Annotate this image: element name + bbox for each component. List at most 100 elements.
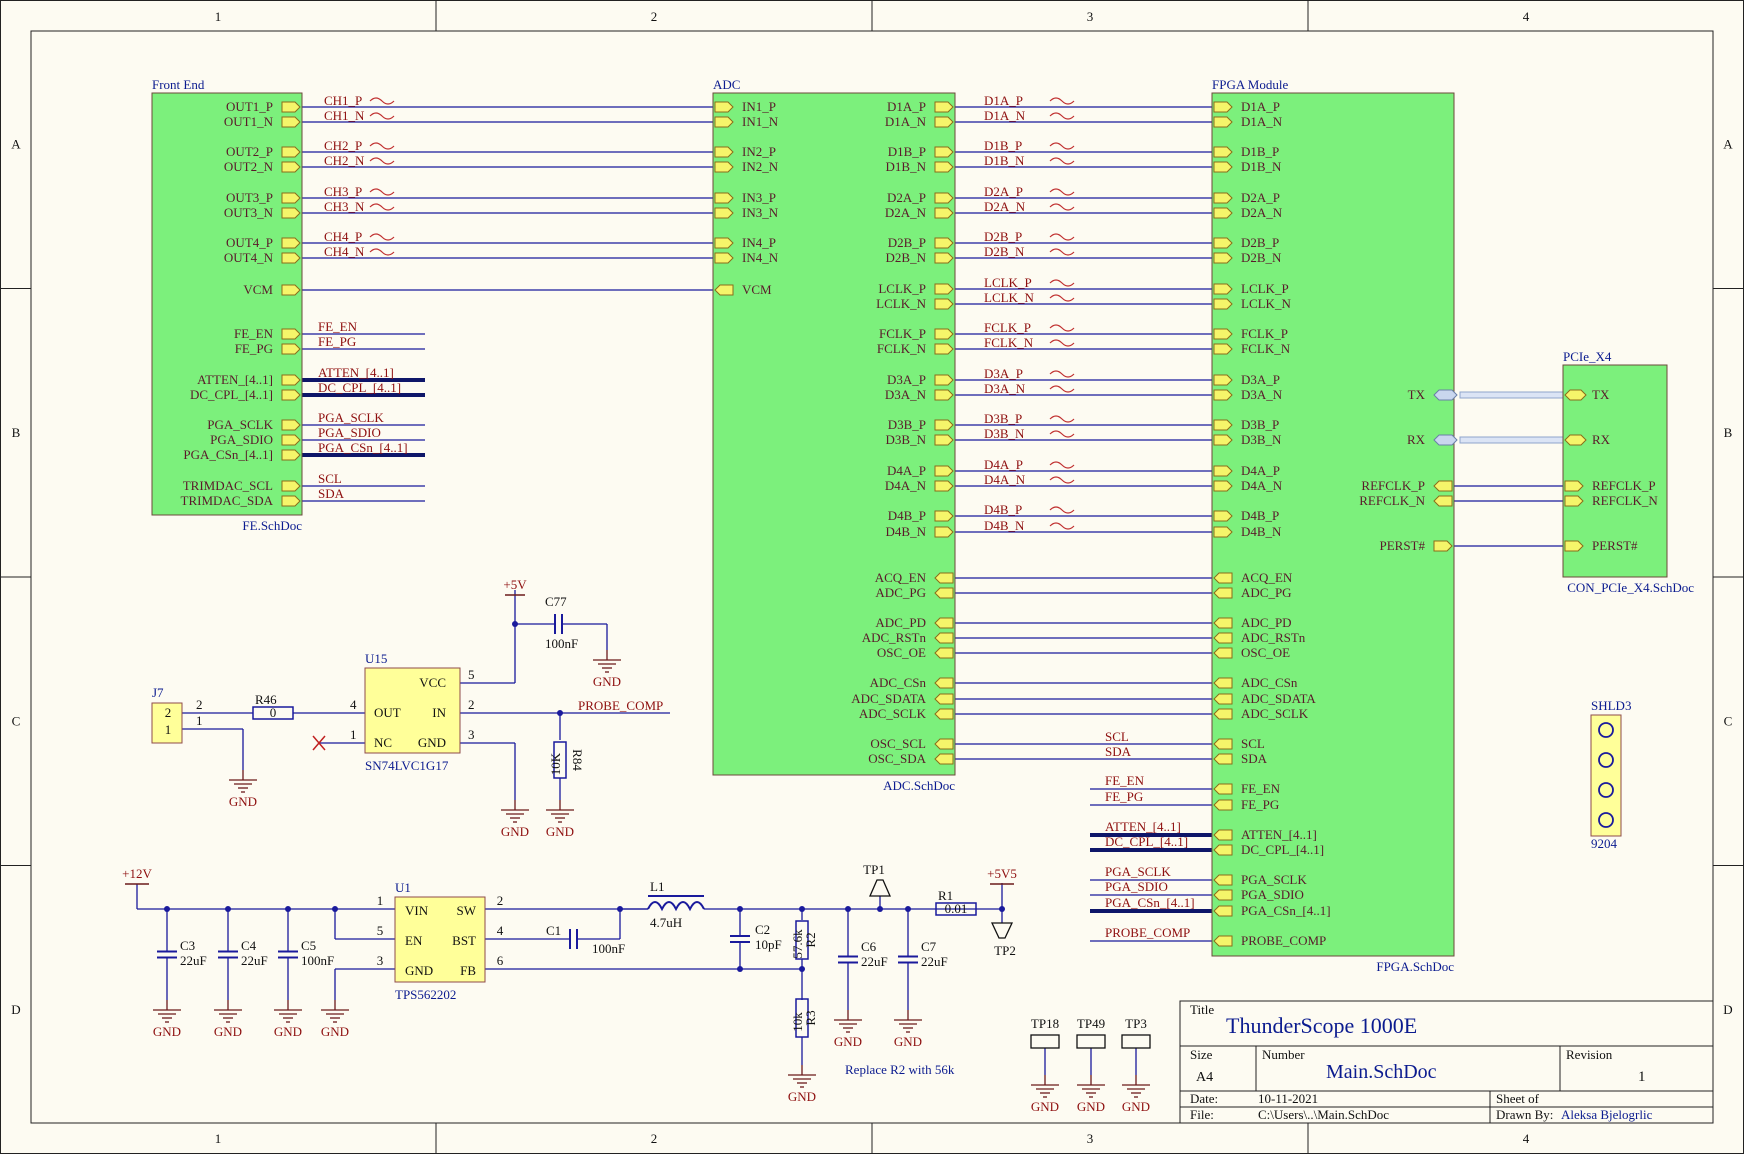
port-label: FE_PG	[1241, 797, 1279, 812]
port-label: FE_PG	[235, 341, 273, 356]
gnd-label: GND	[1031, 1099, 1059, 1114]
net-label: FCLK_N	[984, 335, 1034, 350]
bidir-port	[1564, 389, 1587, 401]
net-label: FCLK_P	[984, 320, 1031, 335]
diff-pair-marker	[369, 233, 395, 241]
port-label: OSC_SDA	[868, 751, 926, 766]
diff-pair-marker	[369, 248, 395, 256]
port-label: REFCLK_N	[1592, 493, 1658, 508]
ic-pin-name: BST	[452, 933, 476, 948]
port-label: D3A_P	[1241, 372, 1280, 387]
ic-pin-name: GND	[405, 963, 433, 978]
gnd-label: GND	[274, 1024, 302, 1039]
cap-ref: C5	[301, 938, 316, 953]
net-label: SCL	[318, 471, 342, 486]
diff-pair-marker	[1049, 157, 1075, 165]
port-label: FE_EN	[234, 326, 274, 341]
port-label: ATTEN_[4..1]	[197, 372, 273, 387]
diff-pair-marker	[1049, 476, 1075, 484]
port-label: OUT2_N	[224, 159, 274, 174]
net-label: FE_EN	[1105, 773, 1145, 788]
cap-value: 100nF	[301, 953, 334, 968]
zone-row-label: D	[11, 1002, 20, 1017]
port-label: FE_EN	[1241, 781, 1281, 796]
size-value: A4	[1196, 1070, 1213, 1085]
net-label: D1A_P	[984, 93, 1023, 108]
cap-ref: C2	[755, 922, 770, 937]
port-label: REFCLK_N	[1359, 493, 1425, 508]
port-label: ADC_RSTn	[862, 630, 927, 645]
net-label: CH4_N	[324, 244, 365, 259]
gnd-label: GND	[1077, 1099, 1105, 1114]
port-label: IN2_P	[742, 144, 776, 159]
net-label: LCLK_P	[984, 275, 1032, 290]
sheet-label: Sheet of	[1496, 1091, 1540, 1106]
port-label: D1B_N	[1241, 159, 1282, 174]
port-label: IN3_P	[742, 190, 776, 205]
sheet-title: FPGA Module	[1212, 77, 1288, 92]
net-label: D2A_P	[984, 184, 1023, 199]
shield-ref: SHLD3	[1591, 698, 1631, 713]
ic-pin-name: VIN	[405, 903, 429, 918]
testpoint-pad	[1121, 1034, 1151, 1049]
cap-ref: C77	[545, 594, 567, 609]
ic-pin-name: VCC	[419, 675, 446, 690]
port-label: OUT1_P	[226, 99, 273, 114]
port-label: FCLK_N	[1241, 341, 1291, 356]
pin-number: 5	[377, 923, 384, 938]
port-label: D4B_N	[886, 524, 927, 539]
port-label: D3A_N	[885, 387, 927, 402]
diff-pair-marker	[1049, 203, 1075, 211]
diff-pair-marker	[1049, 233, 1075, 241]
net-label: D1B_P	[984, 138, 1022, 153]
cap-ref: C3	[180, 938, 195, 953]
cap-ref: C4	[241, 938, 257, 953]
port-label: D4A_N	[885, 478, 927, 493]
port-label: D2A_N	[1241, 205, 1283, 220]
sheet-title: ADC	[713, 77, 740, 92]
port-label: OUT3_N	[224, 205, 274, 220]
port-label: OUT4_N	[224, 250, 274, 265]
port-label: D2B_N	[1241, 250, 1282, 265]
net-label: D1B_N	[984, 153, 1025, 168]
pin-number: 1	[196, 713, 203, 728]
port-label: D2A_P	[887, 190, 926, 205]
res-value: 0	[270, 705, 277, 720]
gnd-label: GND	[229, 794, 257, 809]
ic-ref: U1	[395, 880, 411, 895]
pin-number: 2	[196, 697, 203, 712]
title-label: Title	[1190, 1002, 1214, 1017]
net-label: FE_PG	[1105, 789, 1143, 804]
gnd-label: GND	[153, 1024, 181, 1039]
diff-pair-marker	[1049, 522, 1075, 530]
power-label: +5V5	[987, 866, 1017, 881]
res-ref: R3	[803, 1010, 818, 1025]
ic-pin-name: OUT	[374, 705, 401, 720]
net-label: PGA_SDIO	[318, 425, 381, 440]
net-label: D2B_N	[984, 244, 1025, 259]
res-value: 57.6k	[790, 929, 805, 959]
port-label: D4A_P	[1241, 463, 1280, 478]
port-label: IN4_P	[742, 235, 776, 250]
bidir-port	[1564, 434, 1587, 446]
diff-pair-marker	[1049, 279, 1075, 287]
port-label: D4B_N	[1241, 524, 1282, 539]
port-label: OSC_OE	[1241, 645, 1290, 660]
zone-col-label: 4	[1523, 9, 1530, 24]
port-label: IN1_P	[742, 99, 776, 114]
net-label: CH1_P	[324, 93, 362, 108]
schematic-sheet: 11223344A AB BC CD D Front EndFE.SchDocOUT1_…	[0, 0, 1744, 1154]
conn-pin: 1	[165, 722, 172, 737]
cap-value: 22uF	[180, 953, 207, 968]
ic-part: SN74LVC1G17	[365, 758, 449, 773]
net-label: DC_CPL_[4..1]	[318, 380, 401, 395]
net-label: CH4_P	[324, 229, 362, 244]
port-label: DC_CPL_[4..1]	[1241, 842, 1324, 857]
port-label: LCLK_P	[1241, 281, 1289, 296]
shield-part: 9204	[1591, 836, 1618, 851]
port-label: FCLK_P	[1241, 326, 1288, 341]
port-label: ADC_PD	[1241, 615, 1292, 630]
port-label: PERST#	[1379, 538, 1425, 553]
port-label: LCLK_N	[1241, 296, 1291, 311]
pin-number: 6	[497, 953, 504, 968]
